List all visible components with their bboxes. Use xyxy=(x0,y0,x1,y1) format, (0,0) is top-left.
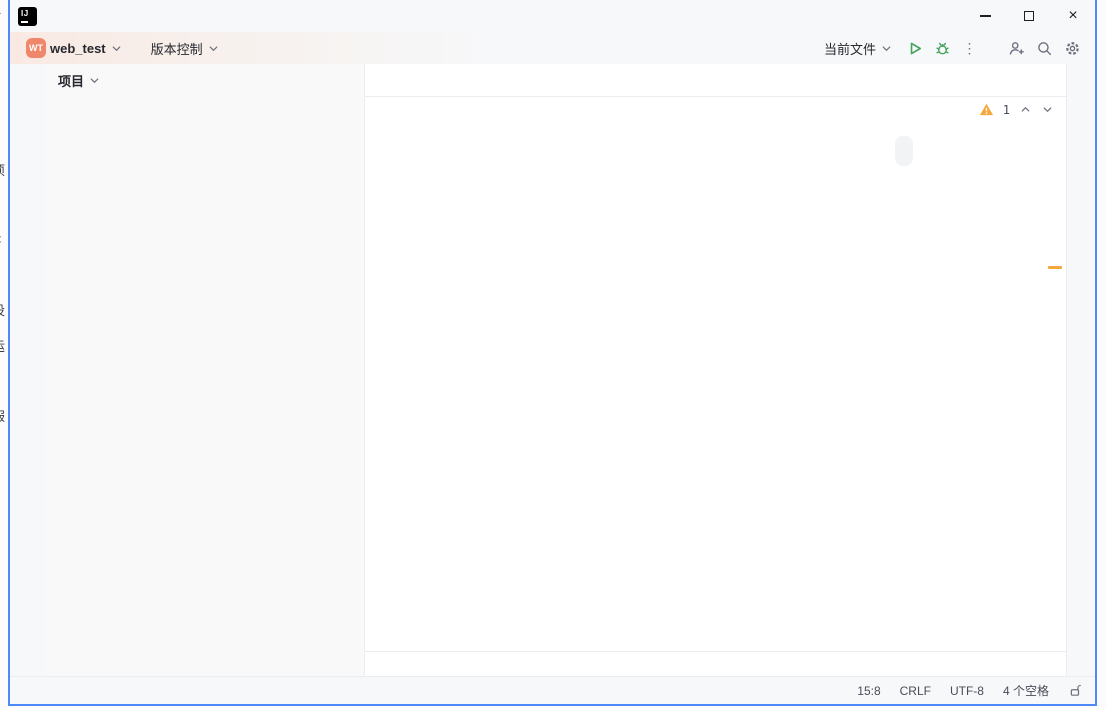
code-with-me-button[interactable] xyxy=(1003,35,1029,61)
background-window-sliver: A 项 C 设运服 xyxy=(0,0,8,709)
project-tree xyxy=(45,97,364,676)
minimize-icon xyxy=(980,15,991,17)
left-tool-stripe xyxy=(10,64,45,676)
main-area: 项目 1 xyxy=(10,64,1095,676)
settings-button[interactable] xyxy=(1059,35,1085,61)
editor-tab-bar xyxy=(365,64,1066,97)
open-in-browser-bar xyxy=(895,136,913,166)
more-actions-button[interactable]: ⋮ xyxy=(957,35,983,61)
background-text-fragment: 服 xyxy=(0,406,5,425)
vcs-label: 版本控制 xyxy=(151,39,203,58)
vcs-widget[interactable]: 版本控制 xyxy=(145,35,226,61)
background-text-fragment: C xyxy=(0,232,1,247)
window-controls: × xyxy=(963,0,1095,32)
warning-count: 1 xyxy=(1003,103,1010,117)
titlebar: IJ × xyxy=(10,0,1095,32)
chevron-down-icon xyxy=(88,74,101,87)
background-text-fragment: 运 xyxy=(0,336,5,355)
warning-icon xyxy=(979,102,994,117)
background-text-fragment: 项 xyxy=(0,160,5,179)
gear-icon xyxy=(1064,40,1081,57)
search-icon xyxy=(1036,40,1053,57)
minimize-button[interactable] xyxy=(963,0,1007,32)
project-widget[interactable]: WT web_test xyxy=(20,35,129,61)
chevron-down-icon xyxy=(880,42,893,55)
add-user-icon xyxy=(1008,40,1025,57)
project-panel-header[interactable]: 项目 xyxy=(45,64,364,97)
run-config-selector[interactable]: 当前文件 xyxy=(818,35,899,61)
intellij-window: IJ × WT web_test 版本控制 当前文件 ⋮ xyxy=(8,0,1097,706)
right-tool-stripe xyxy=(1066,64,1095,676)
chevron-down-icon xyxy=(207,42,220,55)
scrollbar-warning-mark[interactable] xyxy=(1048,266,1062,269)
unlock-icon[interactable] xyxy=(1068,683,1083,698)
run-config-label: 当前文件 xyxy=(824,39,876,58)
close-button[interactable]: × xyxy=(1051,0,1095,32)
maximize-icon xyxy=(1024,11,1034,21)
chevron-down-icon[interactable] xyxy=(1041,103,1054,116)
editor-breadcrumbs xyxy=(365,651,1066,676)
editor-area: 1 xyxy=(365,64,1066,676)
run-icon xyxy=(906,40,923,57)
encoding[interactable]: UTF-8 xyxy=(950,684,984,698)
line-ending[interactable]: CRLF xyxy=(900,684,931,698)
code-editor[interactable]: 1 xyxy=(365,97,1066,651)
project-panel: 项目 xyxy=(45,64,365,676)
intellij-logo-icon: IJ xyxy=(18,7,37,26)
project-name: web_test xyxy=(50,41,106,56)
caret-position[interactable]: 15:8 xyxy=(857,684,880,698)
kebab-icon: ⋮ xyxy=(963,40,978,57)
project-panel-title: 项目 xyxy=(58,71,84,90)
status-bar: 15:8 CRLF UTF-8 4 个空格 xyxy=(10,676,1095,704)
close-icon: × xyxy=(1068,8,1077,24)
chevron-down-icon xyxy=(110,42,123,55)
main-toolbar: WT web_test 版本控制 当前文件 ⋮ xyxy=(10,32,1095,64)
background-text-fragment: 设 xyxy=(0,300,5,319)
background-text-fragment: A xyxy=(0,2,1,17)
debug-button[interactable] xyxy=(929,35,955,61)
chevron-up-icon[interactable] xyxy=(1019,103,1032,116)
project-avatar: WT xyxy=(26,38,46,58)
run-button[interactable] xyxy=(901,35,927,61)
maximize-button[interactable] xyxy=(1007,0,1051,32)
search-everywhere-button[interactable] xyxy=(1031,35,1057,61)
indent-setting[interactable]: 4 个空格 xyxy=(1003,682,1049,699)
inspection-widget[interactable]: 1 xyxy=(979,102,1054,117)
debug-icon xyxy=(934,40,951,57)
